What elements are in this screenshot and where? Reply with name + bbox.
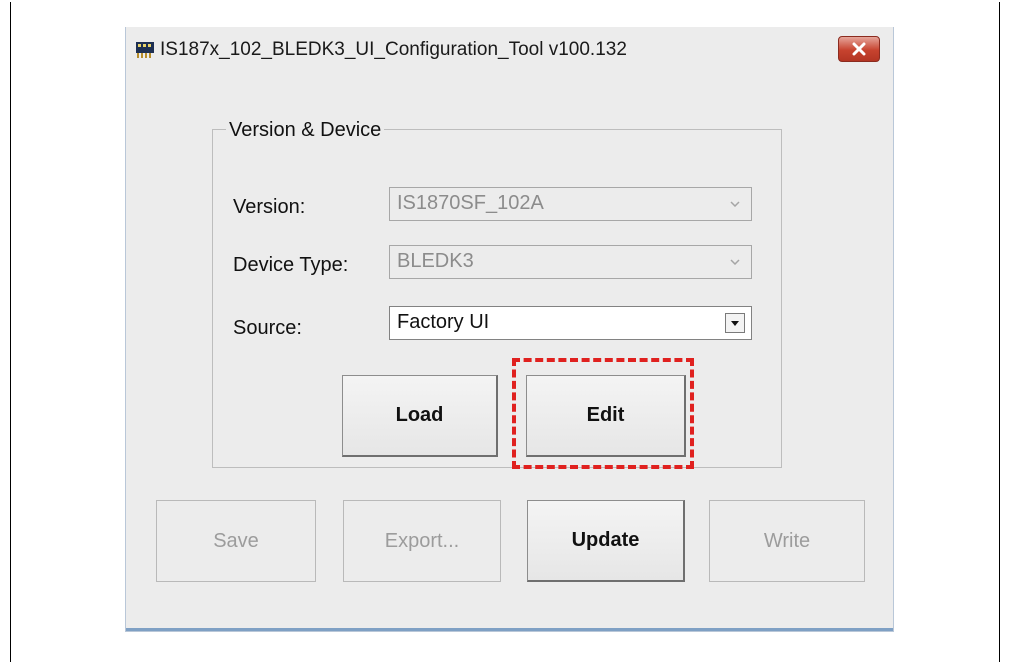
version-label: Version: [233,196,306,218]
version-value: IS1870SF_102A [397,192,544,214]
dialog-bottom-border [126,628,893,631]
edit-highlight-box [512,358,694,469]
groupbox-legend: Version & Device [226,119,385,142]
chevron-down-icon[interactable] [725,313,745,333]
source-label: Source: [233,317,302,339]
device-type-combo: BLEDK3 [389,245,752,279]
app-chip-icon [135,41,155,59]
close-icon [852,42,866,56]
source-select[interactable]: Factory UI [389,306,752,340]
window-title: IS187x_102_BLEDK3_UI_Configuration_Tool … [160,39,627,60]
chevron-down-icon [725,194,745,214]
device-type-label: Device Type: [233,254,349,276]
title-bar[interactable]: IS187x_102_BLEDK3_UI_Configuration_Tool … [126,27,893,85]
version-combo: IS1870SF_102A [389,187,752,221]
source-value: Factory UI [397,311,490,333]
close-button[interactable] [838,36,880,62]
chevron-down-icon [725,252,745,272]
update-button[interactable]: Update [527,500,685,582]
save-button[interactable]: Save [156,500,316,582]
write-button[interactable]: Write [709,500,865,582]
load-button[interactable]: Load [342,375,498,457]
export-button[interactable]: Export... [343,500,501,582]
device-type-value: BLEDK3 [397,250,474,272]
configuration-dialog: IS187x_102_BLEDK3_UI_Configuration_Tool … [125,27,894,632]
